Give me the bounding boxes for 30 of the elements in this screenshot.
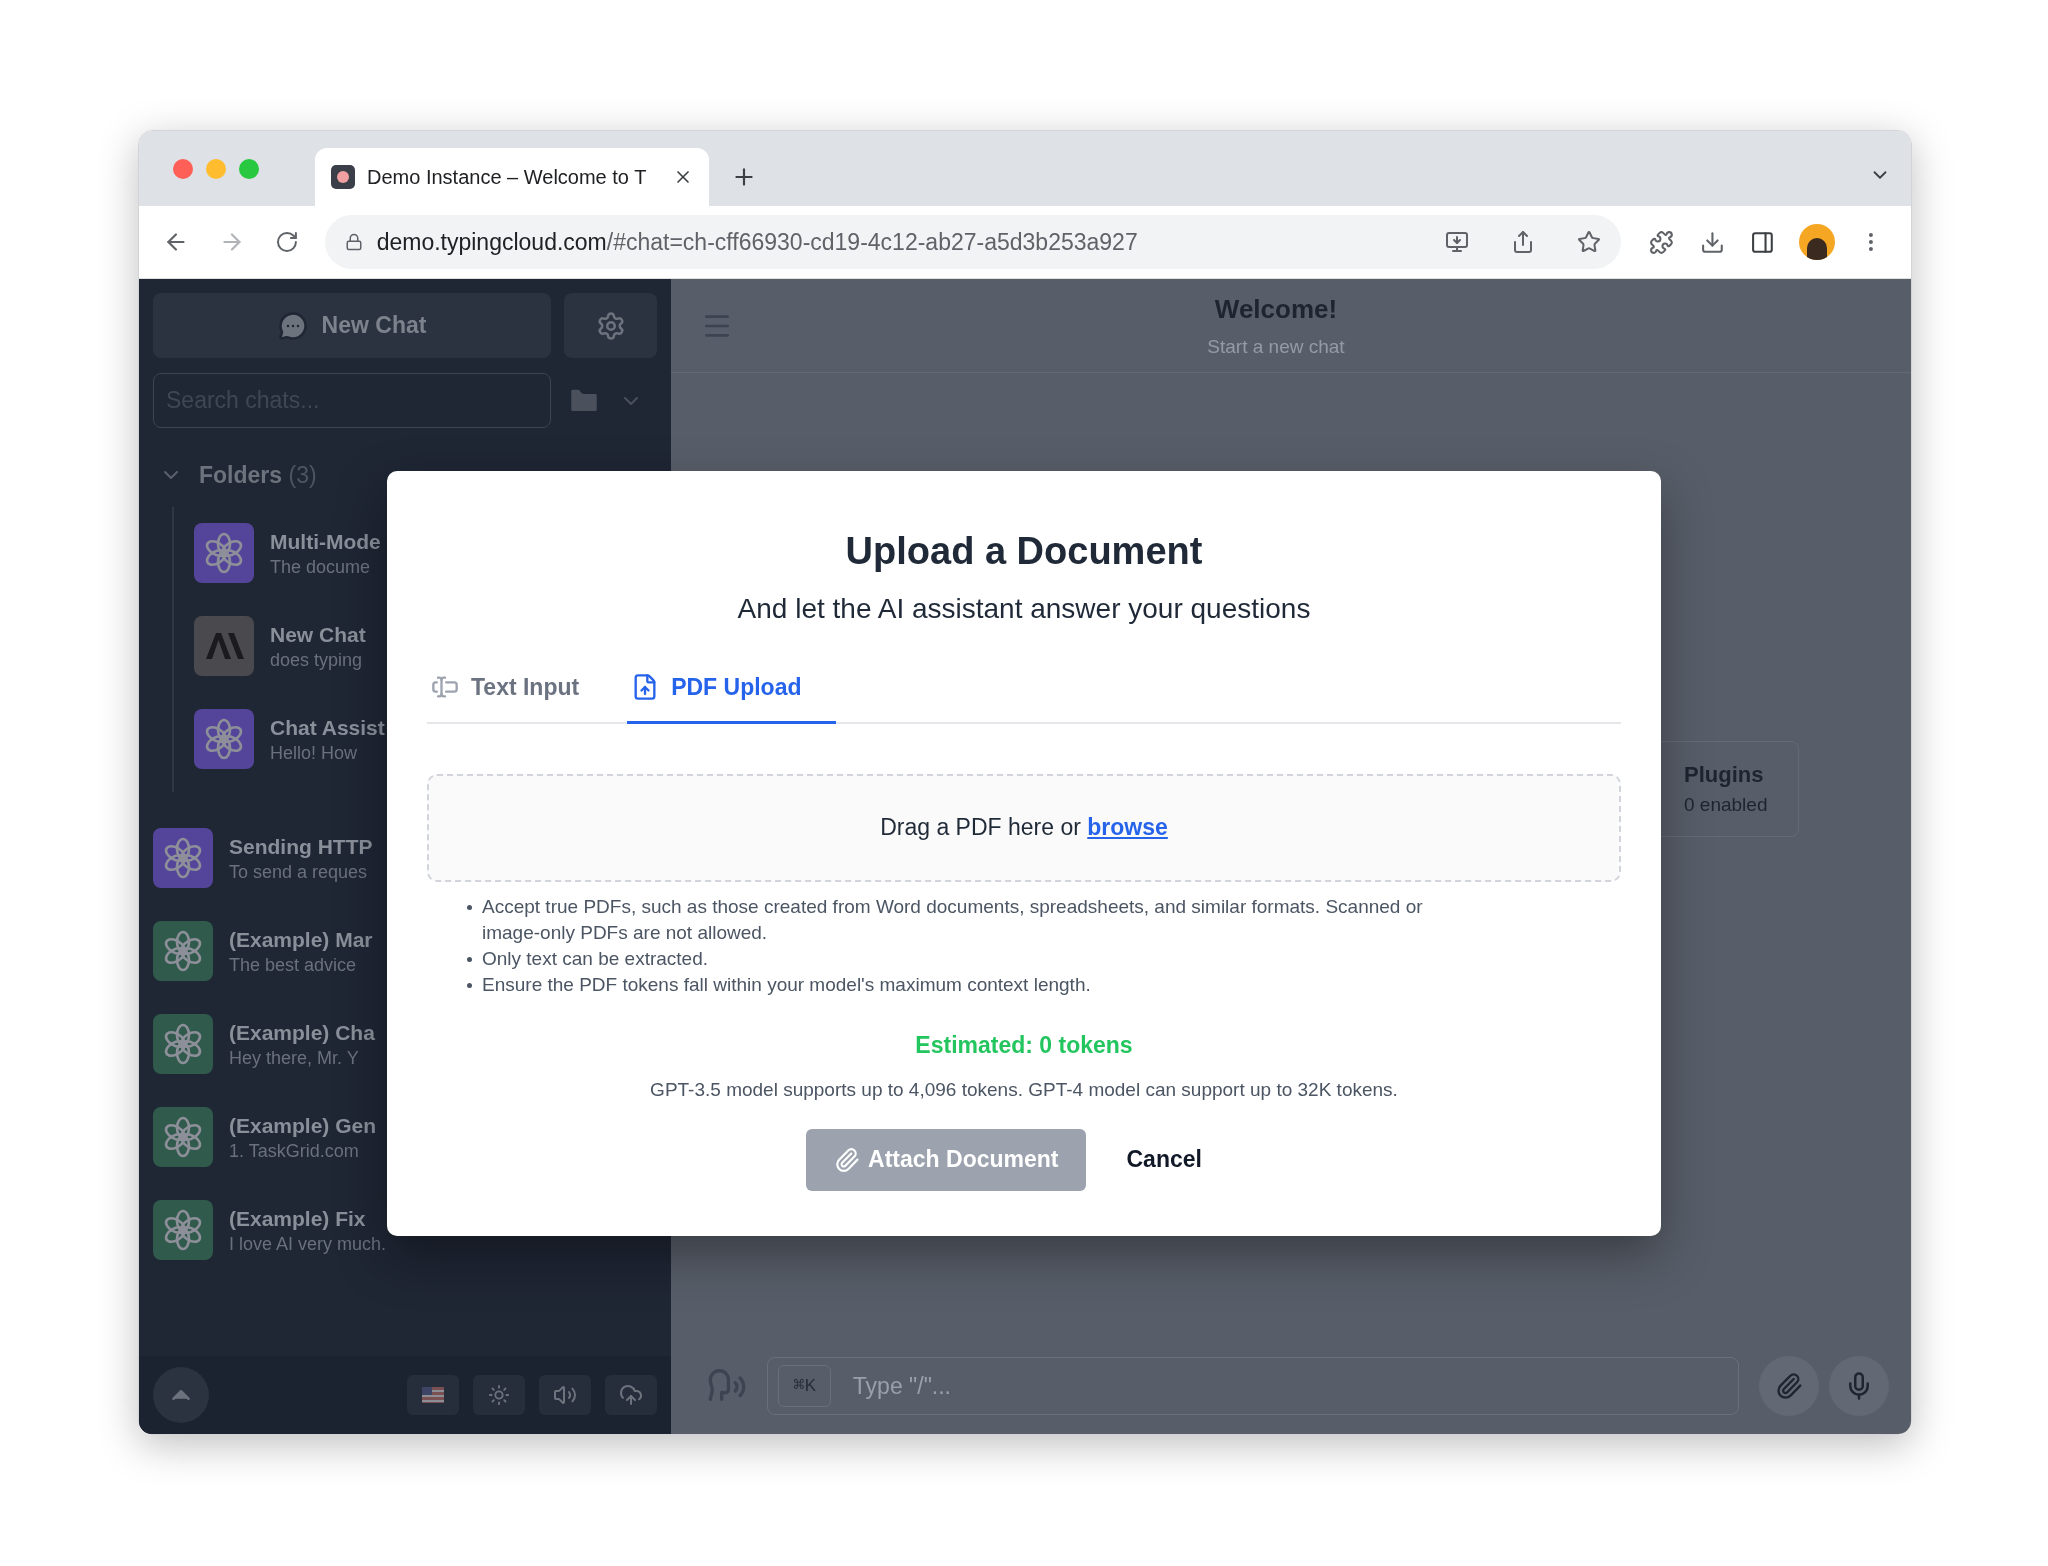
chat-title: (Example) Mar: [229, 928, 373, 950]
plugins-label: Plugins: [1684, 761, 1765, 790]
chat-header-title: Welcome!: [1214, 292, 1338, 326]
chat-preview: The best advice: [229, 955, 358, 974]
chat-preview: does typing: [270, 650, 364, 669]
chat-header-subtitle: Start a new chat: [1207, 334, 1345, 359]
chat-title: New Chat: [270, 623, 366, 645]
chat-preview: Hello! How: [270, 743, 359, 762]
dialog-title: Upload a Document: [845, 529, 1203, 574]
drop-zone-text: Drag a PDF here or browse: [880, 813, 1168, 843]
plugins-status: 0 enabled: [1684, 793, 1769, 818]
chat-title: (Example) Fix: [229, 1207, 367, 1229]
chat-title: Multi-Mode: [270, 530, 381, 552]
dialog-subtitle: And let the AI assistant answer your questions: [737, 591, 1311, 626]
chat-title: Sending HTTP: [229, 835, 373, 857]
tab-title: Demo Instance – Welcome to T: [367, 165, 648, 190]
chat-preview: To send a reques: [229, 862, 369, 881]
chat-preview: The docume: [270, 557, 372, 576]
upload-guideline: Only text can be extracted.: [482, 946, 708, 971]
upload-guideline: Ensure the PDF tokens fall within your model's maximum context length.: [482, 972, 1091, 997]
chat-title: (Example) Cha: [229, 1021, 375, 1043]
chat-preview: I love AI very much.: [229, 1234, 387, 1253]
chat-preview: 1. TaskGrid.com: [229, 1141, 360, 1160]
model-limits-note: GPT-3.5 model supports up to 4,096 tokens. GPT-4 model can support up to 32K tokens.: [650, 1078, 1398, 1102]
chat-title: Chat Assist: [270, 716, 385, 738]
url-text: demo.typingcloud.com/#chat=ch-cff66930-cd19-4c12-ab27-a5d3b253a927: [376, 227, 1138, 257]
chat-preview: Hey there, Mr. Y: [229, 1048, 360, 1067]
chat-title: (Example) Gen: [229, 1114, 377, 1136]
token-estimate: Estimated: 0 tokens: [915, 1030, 1133, 1060]
upload-guideline: Accept true PDFs, such as those created from Word documents, spreadsheets, and similar formats. Scanned or image-only PDFs are not allowed.: [482, 894, 1424, 945]
